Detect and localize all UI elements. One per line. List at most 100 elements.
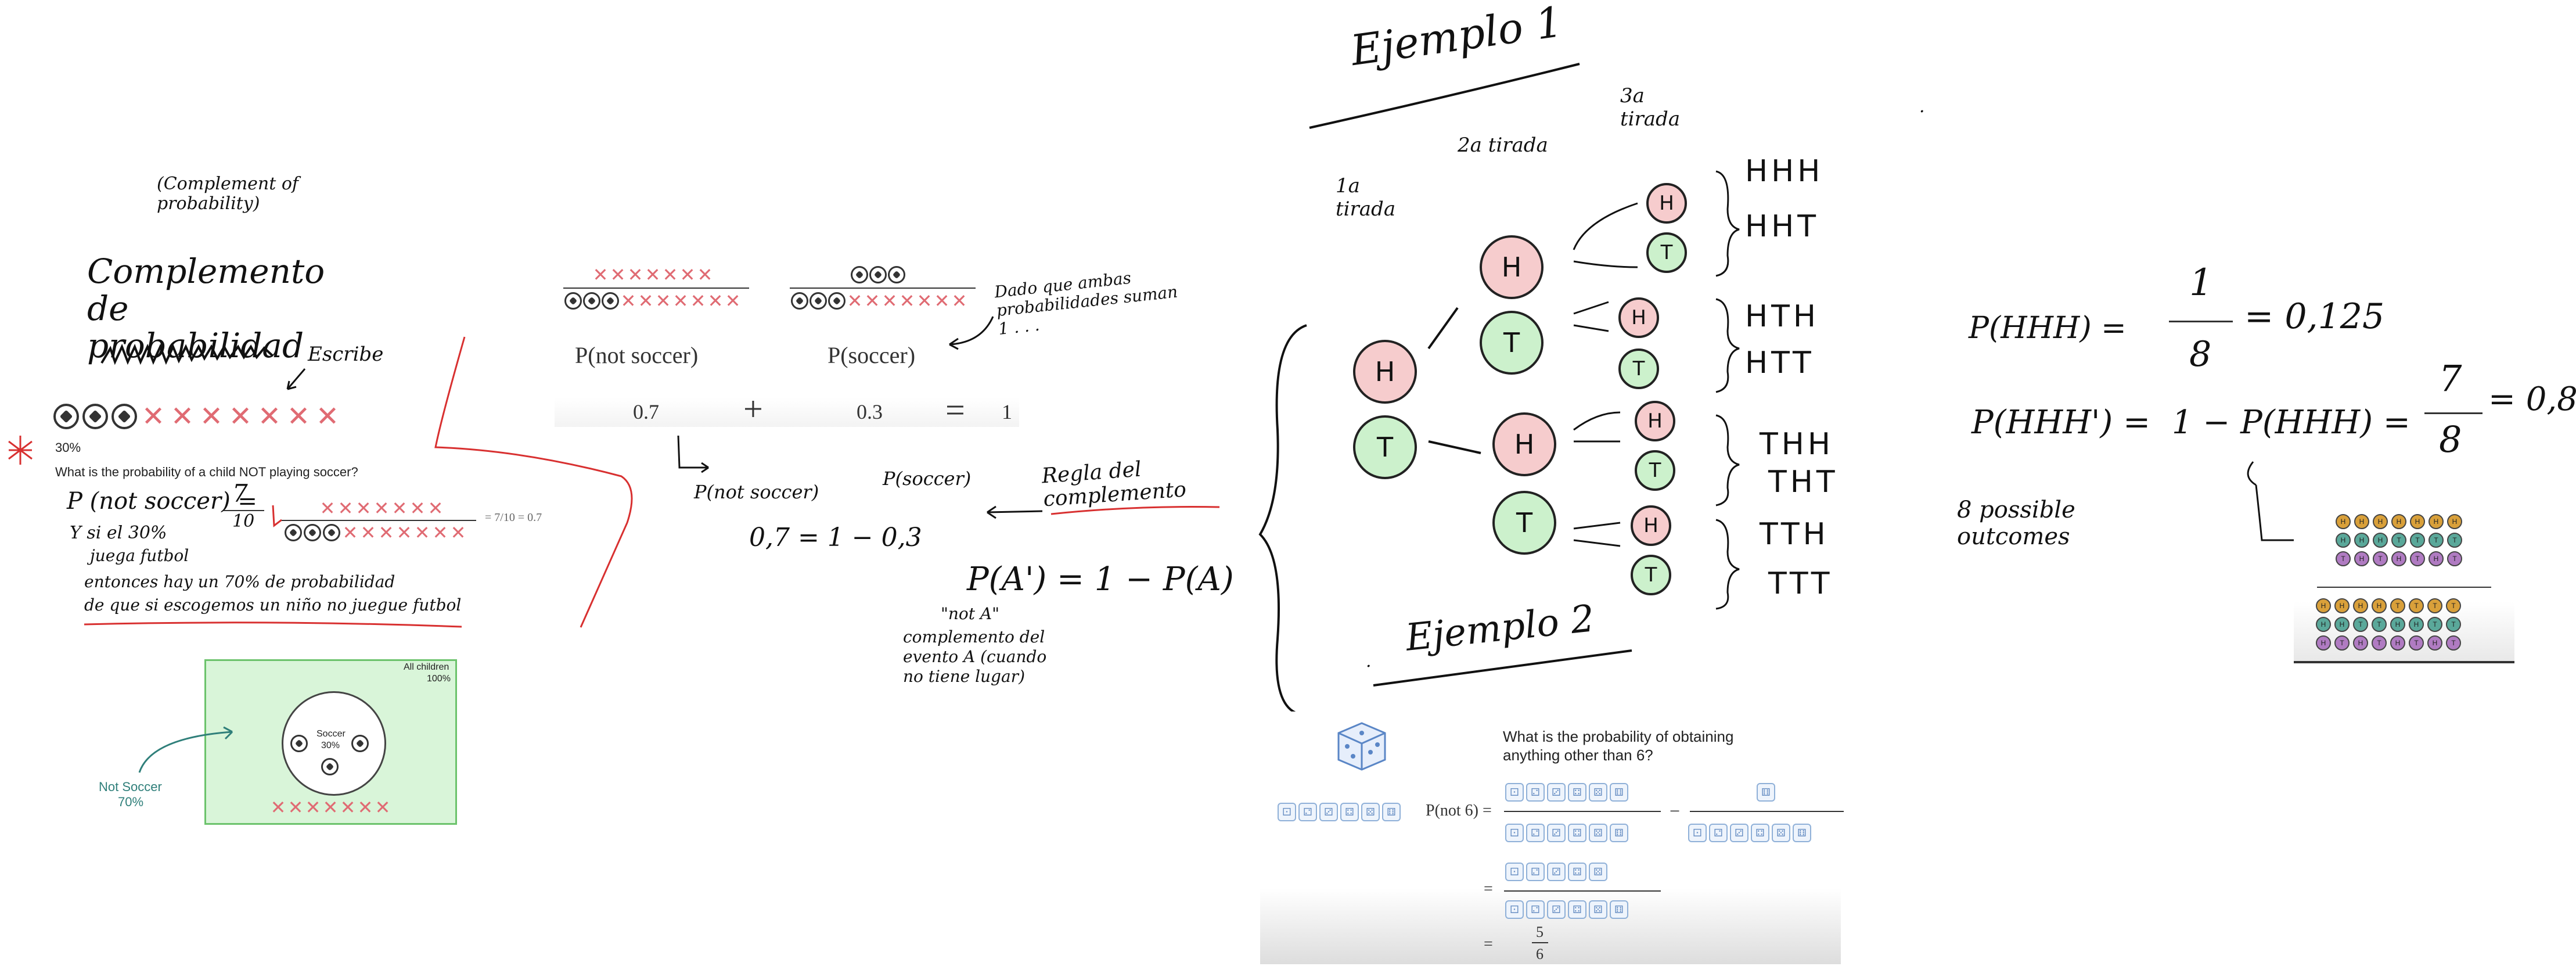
node-H-level3-2: H <box>1618 297 1659 338</box>
cross-icon: ✕ <box>679 264 696 286</box>
p-hhh-den: 8 <box>2189 334 2212 375</box>
outcome-5: THH <box>1760 427 1834 462</box>
dot: · <box>1366 656 1372 677</box>
die-icon: ⚄ <box>1772 824 1790 842</box>
soccer-bottom: ✕ ✕ ✕ ✕ ✕ ✕ ✕ <box>791 292 967 310</box>
node-T-level2b: T <box>1492 491 1556 555</box>
dado-note: Dado que ambas probabilidades suman 1 . … <box>993 268 1179 339</box>
red-arrow-mark <box>272 505 282 527</box>
hand-arrow-down <box>677 435 709 473</box>
coin-icon: T <box>2409 635 2424 651</box>
balls-and-crosses-row: ✕ ✕ ✕ ✕ ✕ ✕ ✕ <box>53 400 340 433</box>
node-T-level3-4: T <box>1631 555 1671 595</box>
die-icon: ⚅ <box>1757 783 1775 802</box>
outcome-3: HTH <box>1745 299 1819 334</box>
die-icon: ⚃ <box>1568 900 1586 919</box>
coin-icon: H <box>2447 514 2462 529</box>
soccer-ball-icon <box>564 292 582 310</box>
coin-icon: T <box>2410 551 2425 566</box>
coin-icon: T <box>2447 551 2462 566</box>
p-hhh-val: = 0,125 <box>2244 296 2385 337</box>
coin-icon: H <box>2336 514 2351 529</box>
soccer-top-balls <box>851 266 905 283</box>
minus-sign: − <box>1670 800 1681 821</box>
coin-icon: T <box>2373 551 2388 566</box>
soccer-ball-icon <box>53 404 79 429</box>
venn-all-label: All children <box>404 662 449 672</box>
coin-icon: H <box>2390 635 2405 651</box>
escribe-label: Escribe <box>308 343 384 366</box>
die-icon: ⚁ <box>1526 863 1545 881</box>
hand-equation: 0,7 = 1 − 0,3 <box>749 523 922 552</box>
coin-icon: H <box>2316 617 2331 632</box>
coin-icon: H <box>2391 514 2406 529</box>
die-icon: ⚅ <box>1610 900 1628 919</box>
die-icon: ⚁ <box>1526 783 1545 802</box>
eq-sign-2: = <box>1484 935 1493 953</box>
cross-icon: ✕ <box>697 264 713 286</box>
cross-icon: ✕ <box>286 400 311 433</box>
frac-six: 6 <box>1536 946 1544 962</box>
die-icon: ⚂ <box>1319 803 1338 821</box>
die-icon: ⚅ <box>1610 783 1628 802</box>
cross-icon: ✕ <box>319 497 336 519</box>
die-icon: ⚀ <box>1505 900 1524 919</box>
cross-icon: ✕ <box>620 290 636 312</box>
soccer-ball-icon <box>82 404 108 429</box>
cross-icon: ✕ <box>934 290 950 312</box>
dice-frac2-den: ⚀ ⚁ ⚂ ⚃ ⚄ ⚅ <box>1688 824 1811 842</box>
die-icon: ⚅ <box>1793 824 1811 842</box>
tirada2-label: 2a tirada <box>1458 134 1548 157</box>
coin-icon: H <box>2354 514 2369 529</box>
dice-icon <box>1337 722 1386 771</box>
p-comp-val: = 0,875 <box>2488 380 2576 418</box>
soccer-ball-icon <box>851 266 868 283</box>
note-line2: juega futbol <box>90 546 189 565</box>
cross-icon: ✕ <box>357 796 373 818</box>
dice-question-2: anything other than 6? <box>1503 746 1653 764</box>
die-icon: ⚁ <box>1526 900 1545 919</box>
die-icon: ⚄ <box>1361 803 1380 821</box>
coin-icon: H <box>2354 533 2369 548</box>
cross-icon: ✕ <box>645 264 661 286</box>
hand-soccer: P(soccer) <box>883 468 972 490</box>
note-line1: Y si el 30% <box>70 523 167 543</box>
cross-icon: ✕ <box>672 290 689 312</box>
coin-icon: H <box>2334 598 2350 613</box>
die-icon: ⚃ <box>1751 824 1769 842</box>
soccer-ball-icon <box>828 292 846 310</box>
node-T-level3-2: T <box>1618 349 1659 389</box>
coin-icon: T <box>2410 533 2425 548</box>
red-bracket <box>434 336 633 628</box>
dice-question-1: What is the probability of obtaining <box>1503 728 1734 745</box>
tirada3-label: 3a tirada <box>1620 84 1681 131</box>
coin-rows-top: HHHHHHH HHHTTTT THTHTHT <box>2336 514 2462 566</box>
frac-den: 10 <box>232 511 255 531</box>
eq-sign-1: = <box>1484 880 1493 898</box>
soccer-ball-icon <box>888 266 905 283</box>
p-hhh: P(HHH) = <box>1969 311 2127 346</box>
dice-frac1-den: ⚀ ⚁ ⚂ ⚃ ⚄ ⚅ <box>1505 824 1628 842</box>
cross-icon: ✕ <box>322 796 339 818</box>
node-H-level1: H <box>1353 340 1417 404</box>
outcome-2: HHT <box>1745 209 1819 244</box>
die-icon: ⚁ <box>1298 803 1317 821</box>
coin-rows-bottom: HHHHTTTT HHTTHHTT HTHTHTHT <box>2316 598 2461 651</box>
dice-frac3-num: ⚀ ⚁ ⚂ ⚃ ⚄ <box>1505 863 1607 881</box>
coin-icon: T <box>2446 598 2461 613</box>
soccer-ball-icon <box>869 266 887 283</box>
cross-icon: ✕ <box>882 290 898 312</box>
die-icon: ⚁ <box>1526 824 1545 842</box>
die-icon: ⚀ <box>1505 824 1524 842</box>
red-underline <box>84 621 462 628</box>
coin-icon: H <box>2353 635 2368 651</box>
p-hhh-num: 1 <box>2189 261 2213 304</box>
cross-icon: ✕ <box>355 497 372 519</box>
note-line4: de que si escogemos un niño no juegue fu… <box>84 595 462 615</box>
coin-icon: T <box>2353 617 2368 632</box>
cross-icon: ✕ <box>287 796 304 818</box>
die-icon: ⚄ <box>1589 900 1607 919</box>
soccer-ball-icon <box>791 292 808 310</box>
cross-icon: ✕ <box>655 290 671 312</box>
question-text: What is the probability of a child NOT p… <box>55 465 358 479</box>
